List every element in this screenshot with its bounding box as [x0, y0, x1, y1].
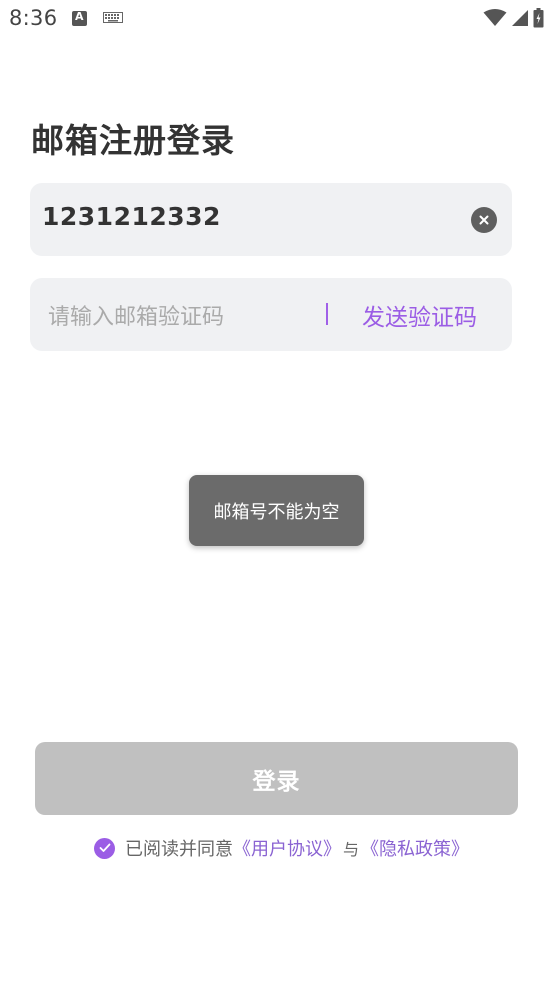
clear-button[interactable] — [471, 207, 497, 233]
a-notification-icon: A — [72, 10, 87, 26]
login-button-label: 登录 — [252, 768, 301, 795]
login-button[interactable]: 登录 — [35, 742, 518, 815]
send-code-button[interactable]: 发送验证码 — [362, 298, 477, 332]
privacy-policy-link[interactable]: 《隐私政策》 — [361, 835, 469, 861]
status-icons — [483, 8, 544, 28]
battery-icon — [533, 8, 544, 28]
verification-code-input[interactable]: 请输入邮箱验证码 — [48, 299, 224, 331]
keyboard-icon — [103, 12, 123, 23]
agreement-row: 已阅读并同意 《用户协议》 与 《隐私政策》 — [94, 835, 469, 861]
email-field[interactable]: 1231212332 — [30, 183, 512, 256]
status-time: 8:36 — [9, 6, 58, 30]
clear-icon — [479, 215, 489, 225]
agreement-and: 与 — [343, 840, 360, 859]
user-agreement-link[interactable]: 《用户协议》 — [233, 835, 341, 861]
status-bar: 8:36 A — [0, 0, 554, 38]
signal-icon — [512, 10, 528, 26]
field-divider — [326, 303, 328, 325]
agree-checkbox[interactable] — [94, 837, 115, 859]
email-input-value[interactable]: 1231212332 — [42, 202, 221, 231]
wifi-icon — [483, 9, 507, 26]
verification-code-field[interactable]: 请输入邮箱验证码 发送验证码 — [30, 278, 512, 351]
toast: 邮箱号不能为空 — [189, 475, 364, 546]
check-icon — [99, 843, 110, 852]
screen: 8:36 A 邮箱注册登录 1231212332 请输入邮箱验证码 发送验证码 … — [0, 0, 554, 985]
agreement-prefix: 已阅读并同意 — [125, 839, 233, 860]
page-title: 邮箱注册登录 — [31, 121, 235, 160]
toast-message: 邮箱号不能为空 — [213, 501, 340, 523]
